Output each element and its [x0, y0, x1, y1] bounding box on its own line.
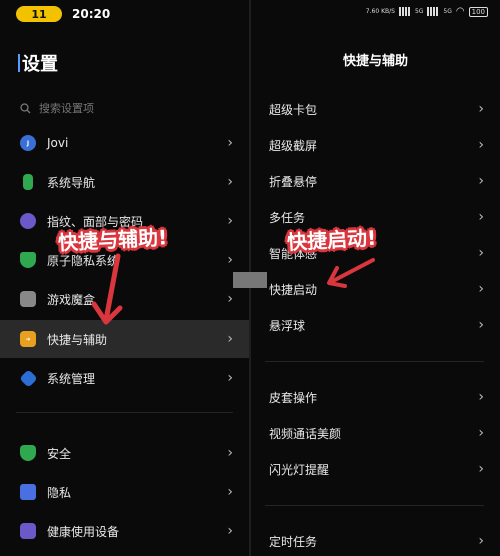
chevron-right-icon: › — [478, 425, 484, 441]
divider — [16, 412, 233, 413]
chevron-right-icon: › — [478, 389, 484, 405]
list-item-case-operation[interactable]: 皮套操作 › — [251, 379, 500, 415]
chevron-right-icon: › — [227, 370, 233, 386]
navigation-icon — [23, 174, 33, 190]
page-title-text: 设置 — [22, 54, 58, 75]
chevron-right-icon: › — [478, 209, 484, 225]
clock: 20:20 — [72, 7, 111, 21]
chevron-right-icon: › — [227, 484, 233, 500]
sidebar-item-system[interactable]: 系统管理 › — [0, 359, 249, 397]
chevron-right-icon: › — [478, 245, 484, 261]
search-placeholder: 搜索设置项 — [39, 102, 94, 115]
page-title: 快捷与辅助 — [342, 54, 408, 69]
settings-panel: 11 20:20 设置 搜索设置项 J Jovi › 系统导航 › 指纹、面部与… — [0, 0, 249, 556]
chevron-right-icon: › — [478, 137, 484, 153]
shield-icon — [20, 445, 36, 461]
chevron-right-icon: › — [227, 213, 233, 229]
arrow-down-icon — [91, 253, 123, 325]
signal-label-b: 5G — [443, 8, 452, 15]
sidebar-item-security[interactable]: 安全 › — [0, 434, 249, 472]
list-item-floating-ball[interactable]: 悬浮球 › — [251, 307, 500, 343]
privacy-icon — [20, 252, 36, 268]
annotation-quick-launch: 快捷启动! — [286, 225, 377, 255]
chevron-right-icon: › — [478, 101, 484, 117]
chevron-right-icon: › — [227, 135, 233, 151]
list-item-card-pack[interactable]: 超级卡包 › — [251, 91, 500, 127]
wifi-icon: ◠ — [455, 6, 465, 17]
chevron-right-icon: › — [478, 461, 484, 477]
shortcut-panel: 7.60 KB/S 5G 5G ◠ 100 快捷与辅助 超级卡包 › 超级截屏 … — [251, 0, 500, 556]
chevron-right-icon: › — [478, 317, 484, 333]
chevron-right-icon: › — [227, 331, 233, 347]
game-icon — [20, 291, 36, 307]
battery-icon: 100 — [468, 6, 488, 17]
chevron-right-icon: › — [227, 291, 233, 307]
chevron-right-icon: › — [227, 174, 233, 190]
list-item-video-beauty[interactable]: 视频通话美颜 › — [251, 415, 500, 451]
annotation-shortcut: 快捷与辅助! — [57, 225, 168, 255]
signal-icon — [427, 7, 440, 16]
search-icon — [20, 102, 31, 113]
title-cursor — [18, 54, 20, 72]
sidebar-item-jovi[interactable]: J Jovi › — [0, 124, 249, 162]
chevron-right-icon: › — [478, 533, 484, 549]
shortcut-icon: ➜ — [20, 331, 36, 347]
signal-icon — [398, 7, 411, 16]
status-bar-left: 11 20:20 — [16, 6, 110, 22]
list-item-screenshot[interactable]: 超级截屏 › — [251, 127, 500, 163]
health-icon — [20, 523, 36, 539]
chevron-right-icon: › — [478, 173, 484, 189]
divider — [265, 505, 484, 506]
list-item-scheduled-task[interactable]: 定时任务 › — [251, 523, 500, 556]
divider — [265, 361, 484, 362]
battery-indicator: 11 — [16, 6, 62, 22]
fingerprint-icon — [20, 213, 36, 229]
lock-icon — [20, 484, 36, 500]
chevron-right-icon: › — [478, 281, 484, 297]
search-input[interactable]: 搜索设置项 — [20, 100, 94, 116]
list-item-fold-hover[interactable]: 折叠悬停 › — [251, 163, 500, 199]
network-speed: 7.60 KB/S — [365, 8, 395, 15]
chevron-right-icon: › — [227, 523, 233, 539]
sidebar-item-navigation[interactable]: 系统导航 › — [0, 163, 249, 201]
chevron-right-icon: › — [227, 445, 233, 461]
signal-label-a: 5G — [414, 8, 424, 15]
list-item-flash-alert[interactable]: 闪光灯提醒 › — [251, 451, 500, 487]
sidebar-item-privacy[interactable]: 隐私 › — [0, 473, 249, 511]
page-title: 设置 — [18, 50, 58, 76]
sidebar-item-health[interactable]: 健康使用设备 › — [0, 512, 249, 550]
system-icon — [19, 368, 38, 388]
jovi-icon: J — [20, 135, 36, 151]
status-bar-right: 7.60 KB/S 5G 5G ◠ 100 — [366, 6, 488, 17]
split-handle[interactable] — [233, 272, 267, 288]
chevron-right-icon: › — [227, 252, 233, 268]
arrow-left-icon — [327, 258, 375, 288]
